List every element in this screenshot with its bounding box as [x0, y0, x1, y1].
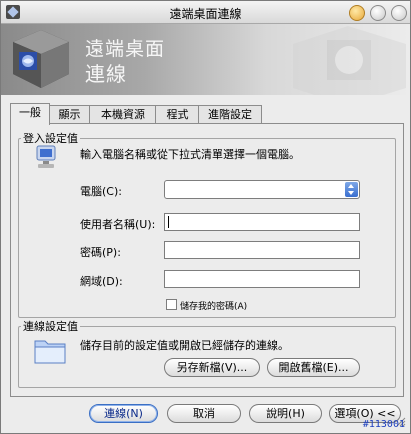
banner-title: 遠端桌面: [85, 38, 166, 60]
save-as-button[interactable]: 另存新檔(V)...: [164, 358, 260, 377]
reference-label: #113001: [362, 419, 405, 430]
tab-display[interactable]: 顯示: [48, 105, 91, 124]
tab-advanced[interactable]: 進階設定: [198, 105, 262, 124]
password-input[interactable]: [164, 241, 360, 259]
text-cursor: [168, 216, 169, 228]
banner-watermark-icon: [293, 26, 406, 95]
tab-programs[interactable]: 程式: [155, 105, 200, 124]
remote-desktop-logo-icon: [13, 30, 69, 88]
banner-subtitle: 連線: [85, 62, 127, 86]
connection-settings-group: 連線設定值: [18, 318, 396, 388]
computer-label: 電腦(C):: [80, 185, 122, 198]
username-label: 使用者名稱(U):: [80, 218, 156, 231]
folder-icon: [34, 340, 66, 364]
minimize-icon[interactable]: [349, 5, 365, 21]
tab-general[interactable]: 一般: [10, 103, 50, 125]
open-button[interactable]: 開啟舊檔(E)...: [267, 358, 360, 377]
save-password-checkbox[interactable]: [166, 299, 177, 310]
maximize-icon[interactable]: [370, 5, 386, 21]
computer-icon: [36, 145, 56, 168]
save-password-label: 儲存我的密碼(A): [180, 302, 248, 312]
connection-settings-label: 連線設定值: [21, 318, 80, 334]
help-button[interactable]: 說明(H): [249, 404, 322, 423]
connection-instruction: 儲存目前的設定值或開啟已經儲存的連線。: [80, 339, 289, 352]
banner: 遠端桌面 連線: [1, 24, 410, 95]
dropdown-arrow-icon[interactable]: [345, 182, 358, 197]
connect-button[interactable]: 連線(N): [89, 404, 158, 423]
computer-combobox[interactable]: [164, 180, 360, 199]
tab-local-resources[interactable]: 本機資源: [89, 105, 157, 124]
username-input[interactable]: [164, 213, 360, 231]
title-bar[interactable]: 遠端桌面連線: [1, 1, 410, 24]
password-label: 密碼(P):: [80, 246, 121, 259]
domain-label: 網域(D):: [80, 275, 123, 288]
login-instruction: 輸入電腦名稱或從下拉式清單選擇一個電腦。: [80, 148, 300, 161]
cancel-button[interactable]: 取消: [167, 404, 241, 423]
domain-input[interactable]: [164, 270, 360, 288]
close-icon[interactable]: [391, 5, 407, 21]
remote-desktop-window: 遠端桌面連線 遠端桌面 連線 一般 顯示 本機資源 程式 進階設定 登入設定值 …: [0, 0, 411, 434]
